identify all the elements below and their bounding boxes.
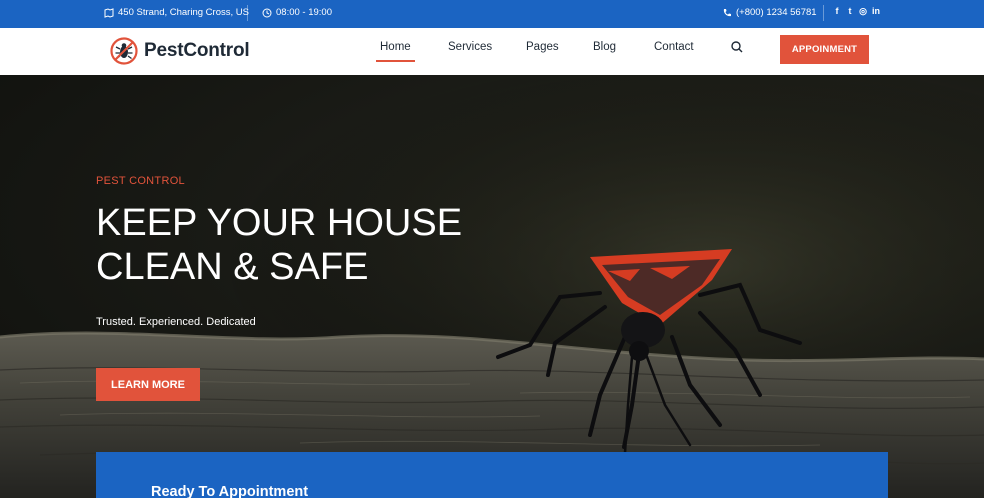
topbar-divider — [247, 5, 248, 21]
phone-info[interactable]: (+800) 1234 56781 — [722, 7, 817, 18]
hours-info: 08:00 - 19:00 — [262, 7, 332, 18]
address-info: 450 Strand, Charing Cross, US — [104, 7, 249, 18]
nav-services[interactable]: Services — [448, 41, 492, 53]
hero-headline: KEEP YOUR HOUSE CLEAN & SAFE — [96, 201, 516, 289]
hero-tagline: Trusted. Experienced. Dedicated — [96, 316, 256, 328]
facebook-icon[interactable]: f — [833, 6, 841, 17]
linkedin-icon[interactable]: in — [872, 6, 880, 17]
logo-text: PestControl — [144, 40, 250, 61]
nav-contact[interactable]: Contact — [654, 41, 694, 53]
appointment-panel-title: Ready To Appointment — [151, 484, 309, 498]
nav-blog[interactable]: Blog — [593, 41, 616, 53]
headline-line-1: KEEP YOUR HOUSE — [96, 202, 463, 244]
search-icon[interactable] — [730, 40, 744, 54]
nav-home[interactable]: Home — [376, 41, 415, 62]
bug-logo-icon — [110, 37, 138, 65]
phone-icon — [723, 8, 731, 16]
appointment-button[interactable]: APPOINMENT — [780, 35, 869, 64]
hours-text: 08:00 - 19:00 — [276, 7, 332, 18]
appointment-panel: Ready To Appointment — [96, 452, 888, 498]
nav-pages[interactable]: Pages — [526, 41, 559, 53]
hero-section: PEST CONTROL KEEP YOUR HOUSE CLEAN & SAF… — [0, 75, 984, 498]
instagram-icon[interactable]: ◎ — [859, 6, 867, 17]
learn-more-button[interactable]: LEARN MORE — [96, 368, 200, 401]
top-bar: 450 Strand, Charing Cross, US 08:00 - 19… — [0, 0, 984, 28]
hero-eyebrow: PEST CONTROL — [96, 175, 185, 187]
map-icon — [104, 7, 114, 18]
phone-text: (+800) 1234 56781 — [736, 7, 817, 18]
social-links: f t ◎ in — [833, 6, 881, 17]
headline-line-2: CLEAN & SAFE — [96, 246, 369, 288]
address-text: 450 Strand, Charing Cross, US — [118, 7, 249, 18]
topbar-divider — [823, 5, 824, 21]
site-logo[interactable]: PestControl — [110, 37, 250, 65]
clock-icon — [262, 8, 272, 17]
main-header: PestControl Home Services Pages Blog Con… — [0, 28, 984, 75]
twitter-icon[interactable]: t — [846, 6, 854, 17]
